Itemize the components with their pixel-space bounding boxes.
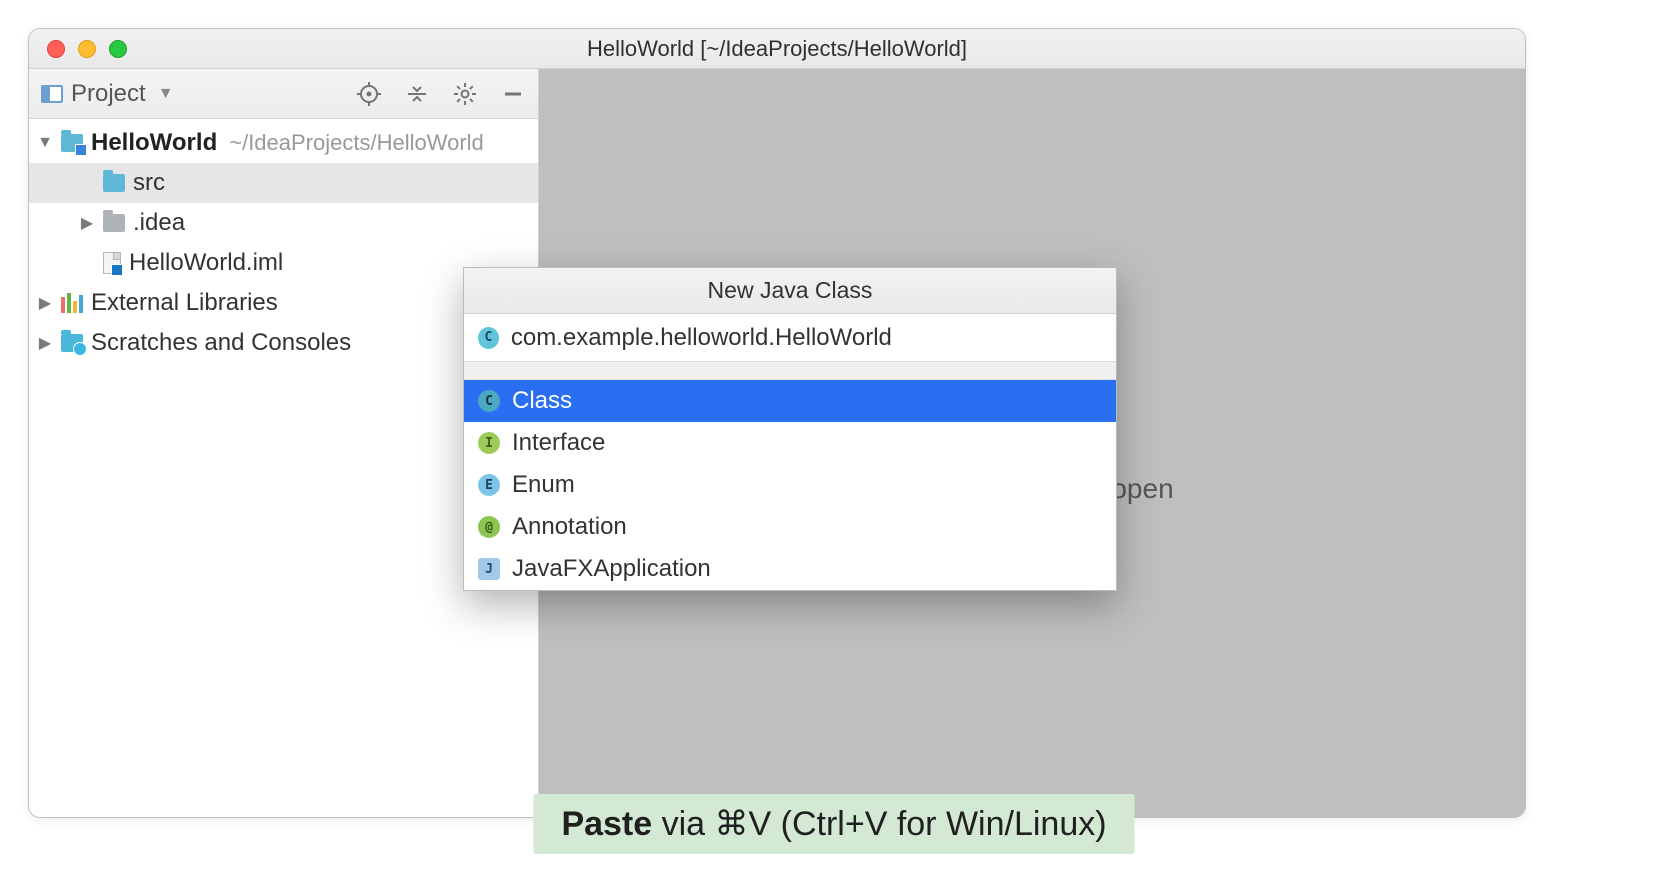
chevron-down-icon: ▼ — [158, 85, 174, 103]
sidebar-toolbar — [356, 81, 526, 107]
option-enum[interactable]: E Enum — [464, 464, 1116, 506]
option-class[interactable]: C Class — [464, 380, 1116, 422]
project-view-switcher[interactable]: Project ▼ — [41, 80, 174, 108]
collapse-icon — [406, 83, 428, 105]
tree-node-scratches[interactable]: Scratches and Consoles — [29, 323, 538, 363]
expand-arrow-icon[interactable] — [79, 213, 95, 233]
minimize-window-button[interactable] — [78, 40, 96, 58]
libraries-icon — [61, 293, 83, 313]
locate-button[interactable] — [356, 81, 382, 107]
tree-node-iml[interactable]: HelloWorld.iml — [29, 243, 538, 283]
tree-node-label: HelloWorld.iml — [129, 249, 283, 277]
module-folder-icon — [61, 134, 83, 152]
new-class-popup: New Java Class C C Class I Interface E E… — [463, 267, 1117, 591]
hint-strong: Paste — [561, 805, 652, 843]
tree-node-external-libraries[interactable]: External Libraries — [29, 283, 538, 323]
class-name-row[interactable]: C — [464, 314, 1116, 362]
class-name-input[interactable] — [511, 324, 1102, 352]
option-label: Annotation — [512, 513, 627, 541]
hide-button[interactable] — [500, 81, 526, 107]
javafx-badge-icon: J — [478, 558, 500, 580]
hint-rest: via ⌘V (Ctrl+V for Win/Linux) — [652, 805, 1106, 843]
source-folder-icon — [103, 174, 125, 192]
annotation-badge-icon: @ — [478, 516, 500, 538]
window-controls — [47, 40, 127, 58]
expand-arrow-icon[interactable] — [37, 293, 53, 313]
project-view-icon — [41, 85, 63, 103]
settings-button[interactable] — [452, 81, 478, 107]
option-interface[interactable]: I Interface — [464, 422, 1116, 464]
option-annotation[interactable]: @ Annotation — [464, 506, 1116, 548]
enum-badge-icon: E — [478, 474, 500, 496]
interface-badge-icon: I — [478, 432, 500, 454]
class-badge-icon: C — [478, 390, 500, 412]
option-label: JavaFXApplication — [512, 555, 711, 583]
ide-window: HelloWorld [~/IdeaProjects/HelloWorld] P… — [28, 28, 1526, 818]
tree-node-label: .idea — [133, 209, 185, 237]
gear-icon — [453, 82, 477, 106]
project-tree[interactable]: HelloWorld ~/IdeaProjects/HelloWorld src… — [29, 119, 538, 817]
sidebar-header: Project ▼ — [29, 69, 538, 119]
tree-node-label: src — [133, 169, 165, 197]
expand-arrow-icon[interactable] — [37, 134, 53, 152]
tree-node-label: HelloWorld — [91, 129, 217, 157]
close-window-button[interactable] — [47, 40, 65, 58]
project-view-label: Project — [71, 80, 146, 108]
tree-node-label: Scratches and Consoles — [91, 329, 351, 357]
option-javafx[interactable]: J JavaFXApplication — [464, 548, 1116, 590]
tree-node-project-root[interactable]: HelloWorld ~/IdeaProjects/HelloWorld — [29, 123, 538, 163]
tree-node-label: External Libraries — [91, 289, 278, 317]
tree-node-src[interactable]: src — [29, 163, 538, 203]
option-label: Enum — [512, 471, 575, 499]
folder-icon — [103, 214, 125, 232]
tree-node-path: ~/IdeaProjects/HelloWorld — [229, 130, 484, 156]
option-label: Class — [512, 387, 572, 415]
target-icon — [357, 82, 381, 106]
zoom-window-button[interactable] — [109, 40, 127, 58]
collapse-all-button[interactable] — [404, 81, 430, 107]
titlebar: HelloWorld [~/IdeaProjects/HelloWorld] — [29, 29, 1525, 69]
window-title: HelloWorld [~/IdeaProjects/HelloWorld] — [29, 36, 1525, 62]
class-badge-icon: C — [478, 327, 499, 349]
popup-title: New Java Class — [464, 268, 1116, 314]
popup-separator — [464, 362, 1116, 380]
option-label: Interface — [512, 429, 605, 457]
keyboard-hint-banner: Paste via ⌘V (Ctrl+V for Win/Linux) — [533, 794, 1134, 854]
scratches-icon — [61, 334, 83, 352]
minimize-icon — [502, 83, 524, 105]
iml-file-icon — [103, 252, 121, 274]
expand-arrow-icon[interactable] — [37, 333, 53, 353]
tree-node-idea[interactable]: .idea — [29, 203, 538, 243]
